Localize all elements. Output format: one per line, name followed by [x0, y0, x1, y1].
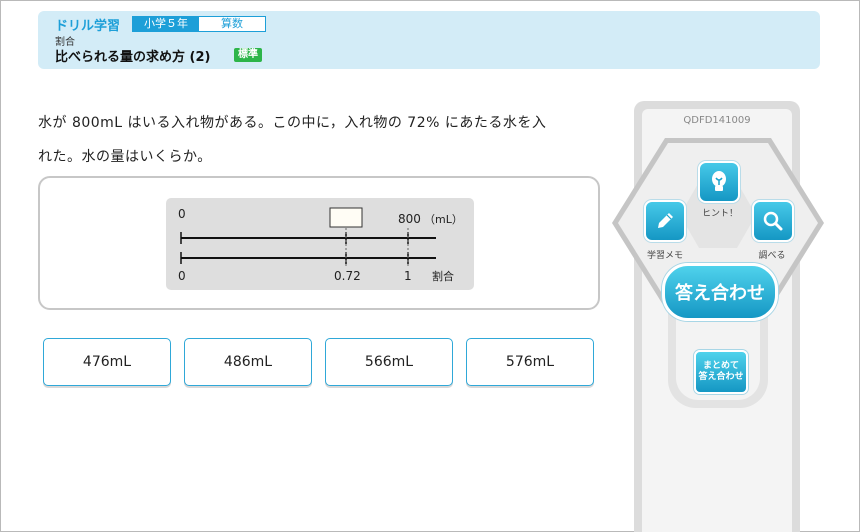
question-line-2: れた。水の量はいくらか。: [38, 149, 212, 165]
bottom-mid-label: 0.72: [334, 269, 361, 283]
answer-choice-4[interactable]: 576mL: [466, 338, 594, 386]
hint-button[interactable]: [698, 161, 740, 203]
answer-choice-1[interactable]: 476mL: [43, 338, 171, 386]
lookup-button[interactable]: [752, 200, 794, 242]
question-text: 水が 800mL はいる入れ物がある。この中に，入れ物の 72% にあたる水を入…: [38, 106, 608, 174]
diagram-panel: 0 800 （mL） 0 0.72 1 割合: [38, 176, 600, 310]
number-line-diagram: 0 800 （mL） 0 0.72 1 割合: [166, 198, 474, 290]
study-memo-label: 学習メモ: [646, 251, 683, 261]
study-memo-button[interactable]: [644, 200, 686, 242]
number-line-svg: 0 800 （mL） 0 0.72 1 割合: [178, 207, 463, 283]
bottom-zero-label: 0: [178, 269, 186, 283]
search-icon: [763, 211, 783, 231]
lesson-title: 比べられる量の求め方 (2): [55, 50, 211, 65]
top-zero-label: 0: [178, 207, 186, 221]
lookup-label: 調べる: [758, 251, 786, 261]
answer-choice-2[interactable]: 486mL: [184, 338, 312, 386]
problem-id: QDFD141009: [683, 115, 751, 126]
grade-subject-box: 小学５年 算数: [132, 16, 266, 32]
batch-check-line-2: 答え合わせ: [698, 372, 744, 382]
top-unit-label: （mL）: [424, 213, 463, 226]
check-answer-button[interactable]: 答え合わせ: [662, 263, 778, 321]
subject-label: 算数: [221, 17, 243, 30]
lightbulb-icon: [712, 171, 726, 191]
bottom-unit-label: 割合: [432, 269, 454, 283]
answer-choice-3[interactable]: 566mL: [325, 338, 453, 386]
top-max-label: 800: [398, 212, 421, 226]
grade-label: 小学５年: [133, 17, 199, 31]
level-badge: 標準: [234, 48, 262, 62]
app-title: ドリル学習: [55, 19, 121, 34]
header-bar: ドリル学習 小学５年 算数 割合 比べられる量の求め方 (2) 標準: [38, 11, 820, 69]
unknown-value-box: [329, 207, 363, 228]
hint-label: ヒント！: [701, 209, 738, 219]
question-line-1: 水が 800mL はいる入れ物がある。この中に，入れ物の 72% にあたる水を入: [38, 115, 547, 131]
batch-check-button[interactable]: まとめて 答え合わせ: [694, 350, 748, 394]
batch-check-line-1: まとめて: [702, 361, 739, 371]
bottom-max-label: 1: [404, 269, 412, 283]
pencil-icon: [658, 213, 673, 228]
